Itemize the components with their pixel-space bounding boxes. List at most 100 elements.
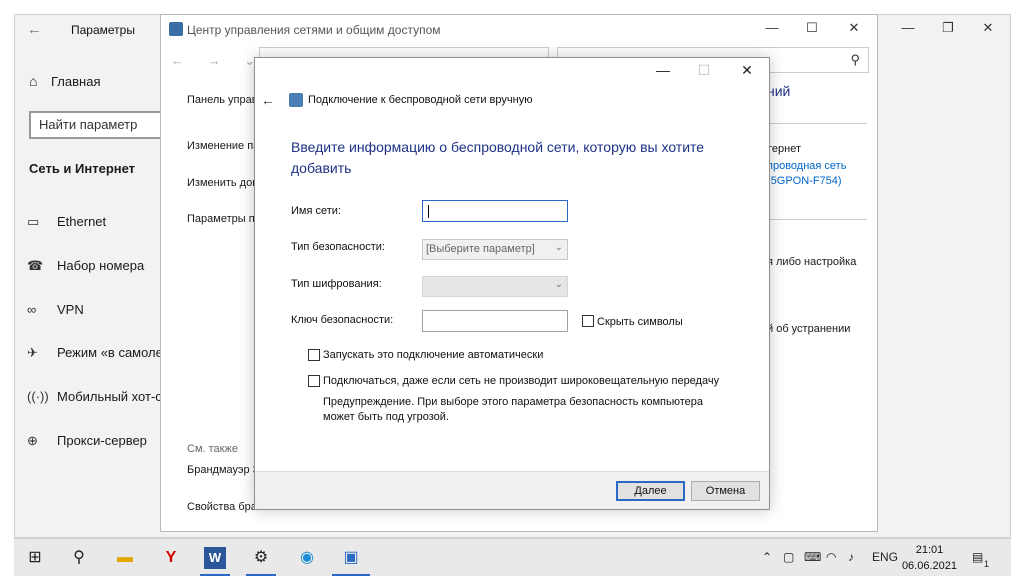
- search-icon[interactable]: ⚲: [68, 547, 90, 569]
- manual-wifi-dialog: — ☐ ✕ ← Подключение к беспроводной сети …: [254, 57, 770, 510]
- windows-start-icon[interactable]: ⊞: [24, 547, 46, 569]
- dialog-footer: Далее Отмена: [255, 471, 769, 509]
- security-key-label: Ключ безопасности:: [291, 314, 394, 326]
- see-also-firewall[interactable]: Брандмауэр Защитника Windows: [187, 463, 255, 478]
- clock[interactable]: 21:01 06.06.2021: [902, 542, 957, 574]
- wifi-icon[interactable]: ◠: [826, 550, 836, 564]
- settings-title: Параметры: [71, 23, 135, 37]
- nav-home[interactable]: ⌂ Главная: [29, 73, 100, 89]
- active-indicator: [332, 574, 370, 576]
- close-icon[interactable]: ✕: [732, 62, 762, 79]
- settings-search-input[interactable]: Найти параметр: [29, 111, 163, 139]
- active-indicator: [246, 574, 276, 576]
- hidden-network-checkbox[interactable]: [308, 375, 320, 387]
- network-name-input[interactable]: [422, 200, 568, 222]
- right-text: й об устранении: [767, 323, 851, 335]
- see-also-browser-props[interactable]: Свойства браузера: [187, 500, 255, 515]
- minimize-icon[interactable]: —: [893, 20, 923, 35]
- next-button[interactable]: Далее: [616, 481, 685, 501]
- hide-chars-checkbox[interactable]: [582, 315, 594, 327]
- nav-item-label: Режим «в самолете»: [57, 345, 175, 360]
- nav-item-ethernet[interactable]: ▭ Ethernet: [27, 214, 175, 230]
- nav-item-hotspot[interactable]: ((·)) Мобильный хот-спот: [27, 389, 175, 404]
- nav-item-dialup[interactable]: ☎ Набор номера: [27, 258, 175, 274]
- chevron-up-icon[interactable]: ⌃: [762, 550, 772, 564]
- nav-item-label: VPN: [57, 302, 84, 317]
- globe-icon: ⊕: [27, 433, 38, 448]
- maximize-icon[interactable]: ☐: [797, 20, 827, 36]
- network-center-icon: [169, 22, 183, 36]
- ethernet-icon: ▭: [27, 214, 40, 229]
- right-network-link[interactable]: проводная сеть: [767, 159, 877, 174]
- nav-item-label: Мобильный хот-спот: [57, 389, 175, 404]
- control-panel-icon[interactable]: ▣: [340, 547, 362, 569]
- settings-gear-icon[interactable]: ⚙: [250, 547, 272, 569]
- section-title: Сеть и Интернет: [29, 161, 136, 176]
- notification-count: 1: [984, 559, 990, 569]
- divider: [767, 123, 867, 124]
- minimize-icon[interactable]: —: [648, 62, 678, 78]
- language-indicator[interactable]: ENG: [872, 550, 898, 564]
- nav-item-vpn[interactable]: ∞ VPN: [27, 302, 175, 317]
- cancel-button[interactable]: Отмена: [691, 481, 760, 501]
- right-text: я либо настройка: [767, 256, 857, 268]
- chevron-down-icon: ⌄: [554, 279, 563, 290]
- minimize-icon[interactable]: —: [757, 20, 787, 35]
- network-center-title: Центр управления сетями и общим доступом: [187, 23, 441, 37]
- file-explorer-icon[interactable]: ▬: [114, 547, 136, 569]
- notification-icon[interactable]: ▤: [972, 550, 983, 564]
- active-indicator: [200, 574, 230, 576]
- auto-connect-label: Запускать это подключение автоматически: [323, 349, 544, 361]
- right-network-name[interactable]: -5GPON-F754): [767, 174, 877, 189]
- network-center-titlebar: Центр управления сетями и общим доступом…: [161, 15, 877, 45]
- left-link-sharing[interactable]: Изменить дополнительные параметры общего…: [187, 176, 255, 191]
- see-also-title: См. также: [187, 443, 238, 455]
- search-icon: ⚲: [850, 52, 860, 67]
- meet-now-icon[interactable]: ▢: [783, 550, 794, 564]
- divider: [767, 219, 867, 220]
- yandex-browser-icon[interactable]: Y: [160, 547, 182, 569]
- back-arrow-icon[interactable]: ←: [27, 21, 42, 38]
- keyboard-icon[interactable]: ⌨: [804, 550, 821, 564]
- nav-item-label: Ethernet: [57, 214, 107, 229]
- chevron-down-icon: ⌄: [554, 242, 563, 253]
- airplane-icon: ✈: [27, 345, 38, 360]
- restore-icon[interactable]: ❐: [933, 20, 963, 36]
- security-type-label: Тип безопасности:: [291, 241, 385, 253]
- security-warning: Предупреждение. При выборе этого парамет…: [323, 395, 743, 425]
- nav-home-label: Главная: [51, 74, 101, 89]
- maximize-icon: ☐: [697, 62, 711, 78]
- security-type-select[interactable]: [Выберите параметр] ⌄: [422, 239, 568, 260]
- close-icon[interactable]: ✕: [839, 20, 869, 36]
- hidden-network-label: Подключаться, даже если сеть не производ…: [323, 375, 720, 387]
- speaker-icon[interactable]: ♪: [848, 550, 854, 564]
- right-text: тернет: [767, 143, 802, 155]
- nav-item-airplane[interactable]: ✈ Режим «в самолете»: [27, 345, 175, 361]
- hide-chars-label: Скрыть символы: [597, 316, 683, 328]
- clock-date: 06.06.2021: [901, 560, 957, 572]
- network-name-label: Имя сети:: [291, 205, 341, 217]
- security-type-value: [Выберите параметр]: [426, 243, 535, 255]
- auto-connect-checkbox[interactable]: [308, 349, 320, 361]
- right-heading: ний: [767, 83, 791, 99]
- left-link-adapter[interactable]: Изменение параметров адаптера: [187, 139, 255, 154]
- text-caret: [428, 205, 429, 218]
- left-link-streaming[interactable]: Параметры потоковой передачи мультимедиа: [187, 212, 255, 227]
- nav-arrows-icon[interactable]: ← → ⌄: [171, 53, 265, 69]
- edge-icon[interactable]: ◉: [296, 547, 318, 569]
- dialog-heading: Введите информацию о беспроводной сети, …: [291, 139, 705, 176]
- back-arrow-icon[interactable]: ←: [261, 92, 275, 108]
- nav-item-proxy[interactable]: ⊕ Прокси-сервер: [27, 433, 175, 449]
- word-icon[interactable]: W: [204, 547, 226, 569]
- hotspot-icon: ((·)): [27, 389, 49, 404]
- dialup-icon: ☎: [27, 258, 44, 273]
- home-icon: ⌂: [29, 73, 38, 89]
- network-icon: [289, 93, 303, 107]
- left-link-home[interactable]: Панель управления — домашняя страница: [187, 93, 255, 108]
- vpn-icon: ∞: [27, 302, 37, 317]
- security-key-input[interactable]: [422, 310, 568, 332]
- dialog-title: Подключение к беспроводной сети вручную: [308, 94, 533, 106]
- taskbar: ⊞ ⚲ ▬ Y W ⚙ ◉ ▣ ⌃ ▢ ⌨ ◠ ♪ ENG 21:01 06.0…: [14, 538, 1011, 576]
- nav-item-label: Набор номера: [57, 258, 145, 273]
- close-icon[interactable]: ✕: [973, 20, 1003, 36]
